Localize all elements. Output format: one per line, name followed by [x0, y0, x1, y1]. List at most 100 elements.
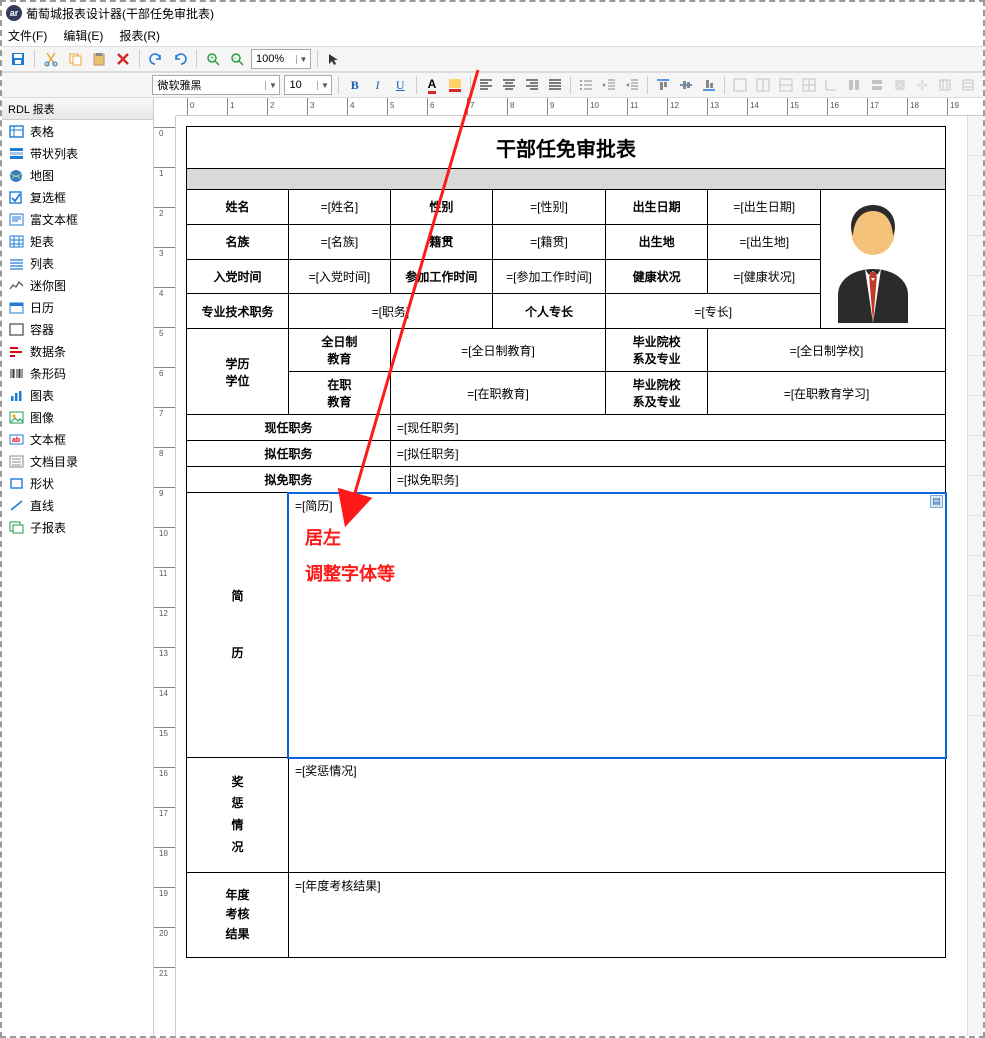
menu-file[interactable]: 文件(F) — [8, 27, 47, 44]
save-icon[interactable] — [8, 49, 28, 69]
sidebar-item[interactable]: 直线 — [2, 494, 153, 516]
table-row: 简 历 ▤ =[简历] 居左 调整字体等 — [187, 493, 946, 758]
header-grey-row[interactable] — [186, 169, 946, 189]
fill-color-icon[interactable] — [445, 75, 464, 95]
font-select[interactable]: ▼ — [152, 75, 280, 95]
sidebar-item[interactable]: 表格 — [2, 120, 153, 142]
sidebar-item[interactable]: 地图 — [2, 164, 153, 186]
toolbar-format: ▼ ▼ B I U A — [2, 72, 983, 98]
textbox-icon: ab — [8, 432, 24, 446]
sidebar-item[interactable]: 富文本框 — [2, 208, 153, 230]
sidebar-item[interactable]: 列表 — [2, 252, 153, 274]
cell-action-icon[interactable]: ▤ — [930, 495, 943, 508]
sidebar-item[interactable]: 条形码 — [2, 362, 153, 384]
resume-cell-selected[interactable]: ▤ =[简历] 居左 调整字体等 — [288, 493, 945, 758]
sidebar-item-label: 带状列表 — [30, 145, 78, 162]
sidebar-item[interactable]: ab文本框 — [2, 428, 153, 450]
sidebar-item[interactable]: 形状 — [2, 472, 153, 494]
layout-2-icon[interactable] — [754, 75, 773, 95]
report-page: 干部任免审批表 姓名 =[姓名] 性别 =[性别] 出生日期 =[出生日期] — [186, 126, 946, 958]
layout-1-icon[interactable] — [731, 75, 750, 95]
barcode-icon — [8, 366, 24, 380]
layout-6-icon[interactable] — [845, 75, 864, 95]
layout-7-icon[interactable] — [868, 75, 887, 95]
banded-list-icon — [8, 146, 24, 160]
undo-icon[interactable] — [146, 49, 166, 69]
bullets-icon[interactable] — [577, 75, 596, 95]
container-icon — [8, 322, 24, 336]
layout-11-icon[interactable] — [958, 75, 977, 95]
sidebar-item[interactable]: 日历 — [2, 296, 153, 318]
table-row: 拟任职务 =[拟任职务] — [187, 441, 946, 467]
label-birth[interactable]: 出生日期 — [606, 190, 708, 225]
table-row: 学历 学位 全日制 教育 =[全日制教育] 毕业院校 系及专业 =[全日制学校] — [187, 329, 946, 372]
label-gender[interactable]: 性别 — [390, 190, 492, 225]
align-justify-icon[interactable] — [545, 75, 564, 95]
align-right-icon[interactable] — [522, 75, 541, 95]
layout-3-icon[interactable] — [777, 75, 796, 95]
delete-icon[interactable] — [113, 49, 133, 69]
sidebar-item[interactable]: 迷你图 — [2, 274, 153, 296]
photo-cell[interactable] — [821, 190, 946, 329]
field-gender[interactable]: =[性别] — [492, 190, 605, 225]
sidebar-item[interactable]: 带状列表 — [2, 142, 153, 164]
sidebar-item[interactable]: 子报表 — [2, 516, 153, 538]
field-name[interactable]: =[姓名] — [288, 190, 390, 225]
layout-5-icon[interactable] — [822, 75, 841, 95]
design-surface[interactable]: 干部任免审批表 姓名 =[姓名] 性别 =[性别] 出生日期 =[出生日期] — [176, 116, 967, 1036]
font-size-select[interactable]: ▼ — [284, 75, 332, 95]
map-icon — [8, 168, 24, 182]
sidebar-item[interactable]: 数据条 — [2, 340, 153, 362]
italic-icon[interactable]: I — [368, 75, 387, 95]
form-table: 姓名 =[姓名] 性别 =[性别] 出生日期 =[出生日期] — [186, 189, 946, 958]
table-icon — [8, 124, 24, 138]
zoom-input[interactable]: ▼ — [251, 49, 311, 69]
copy-icon[interactable] — [65, 49, 85, 69]
app-icon: ar — [6, 5, 22, 21]
sidebar-item[interactable]: 图表 — [2, 384, 153, 406]
sidebar-item[interactable]: 图像 — [2, 406, 153, 428]
richtext-icon — [8, 212, 24, 226]
line-icon — [8, 498, 24, 512]
sidebar-item[interactable]: 矩表 — [2, 230, 153, 252]
sidebar-item[interactable]: 文档目录 — [2, 450, 153, 472]
sidebar-item[interactable]: 复选框 — [2, 186, 153, 208]
layout-8-icon[interactable] — [890, 75, 909, 95]
align-center-icon[interactable] — [500, 75, 519, 95]
align-bottom-icon[interactable] — [699, 75, 718, 95]
sidebar-item-label: 迷你图 — [30, 277, 66, 294]
menu-edit[interactable]: 编辑(E) — [63, 27, 103, 44]
zoom-in-icon[interactable]: + — [203, 49, 223, 69]
shape-icon — [8, 476, 24, 490]
redo-icon[interactable] — [170, 49, 190, 69]
checkbox-icon — [8, 190, 24, 204]
layout-4-icon[interactable] — [799, 75, 818, 95]
bold-icon[interactable]: B — [345, 75, 364, 95]
window-title: 葡萄城报表设计器(干部任免审批表) — [26, 5, 214, 22]
sidebar-list: 表格带状列表地图复选框富文本框矩表列表迷你图日历容器数据条条形码图表图像ab文本… — [2, 120, 153, 1036]
font-color-icon[interactable]: A — [423, 75, 442, 95]
layout-9-icon[interactable] — [913, 75, 932, 95]
align-middle-icon[interactable] — [677, 75, 696, 95]
table-row: 姓名 =[姓名] 性别 =[性别] 出生日期 =[出生日期] — [187, 190, 946, 225]
paste-icon[interactable] — [89, 49, 109, 69]
calendar-icon — [8, 300, 24, 314]
zoom-out-icon[interactable]: - — [227, 49, 247, 69]
sidebar-item-label: 富文本框 — [30, 211, 78, 228]
layout-10-icon[interactable] — [936, 75, 955, 95]
table-row: 奖 惩 情 况 =[奖惩情况] — [187, 758, 946, 873]
field-birth[interactable]: =[出生日期] — [708, 190, 821, 225]
form-title[interactable]: 干部任免审批表 — [186, 126, 946, 169]
underline-icon[interactable]: U — [391, 75, 410, 95]
align-top-icon[interactable] — [654, 75, 673, 95]
image-icon — [8, 410, 24, 424]
align-left-icon[interactable] — [477, 75, 496, 95]
subreport-icon — [8, 520, 24, 534]
sidebar-item[interactable]: 容器 — [2, 318, 153, 340]
menu-report[interactable]: 报表(R) — [119, 27, 160, 44]
indent-icon[interactable] — [622, 75, 641, 95]
cut-icon[interactable] — [41, 49, 61, 69]
select-icon[interactable] — [324, 49, 344, 69]
label-name[interactable]: 姓名 — [187, 190, 289, 225]
outdent-icon[interactable] — [600, 75, 619, 95]
